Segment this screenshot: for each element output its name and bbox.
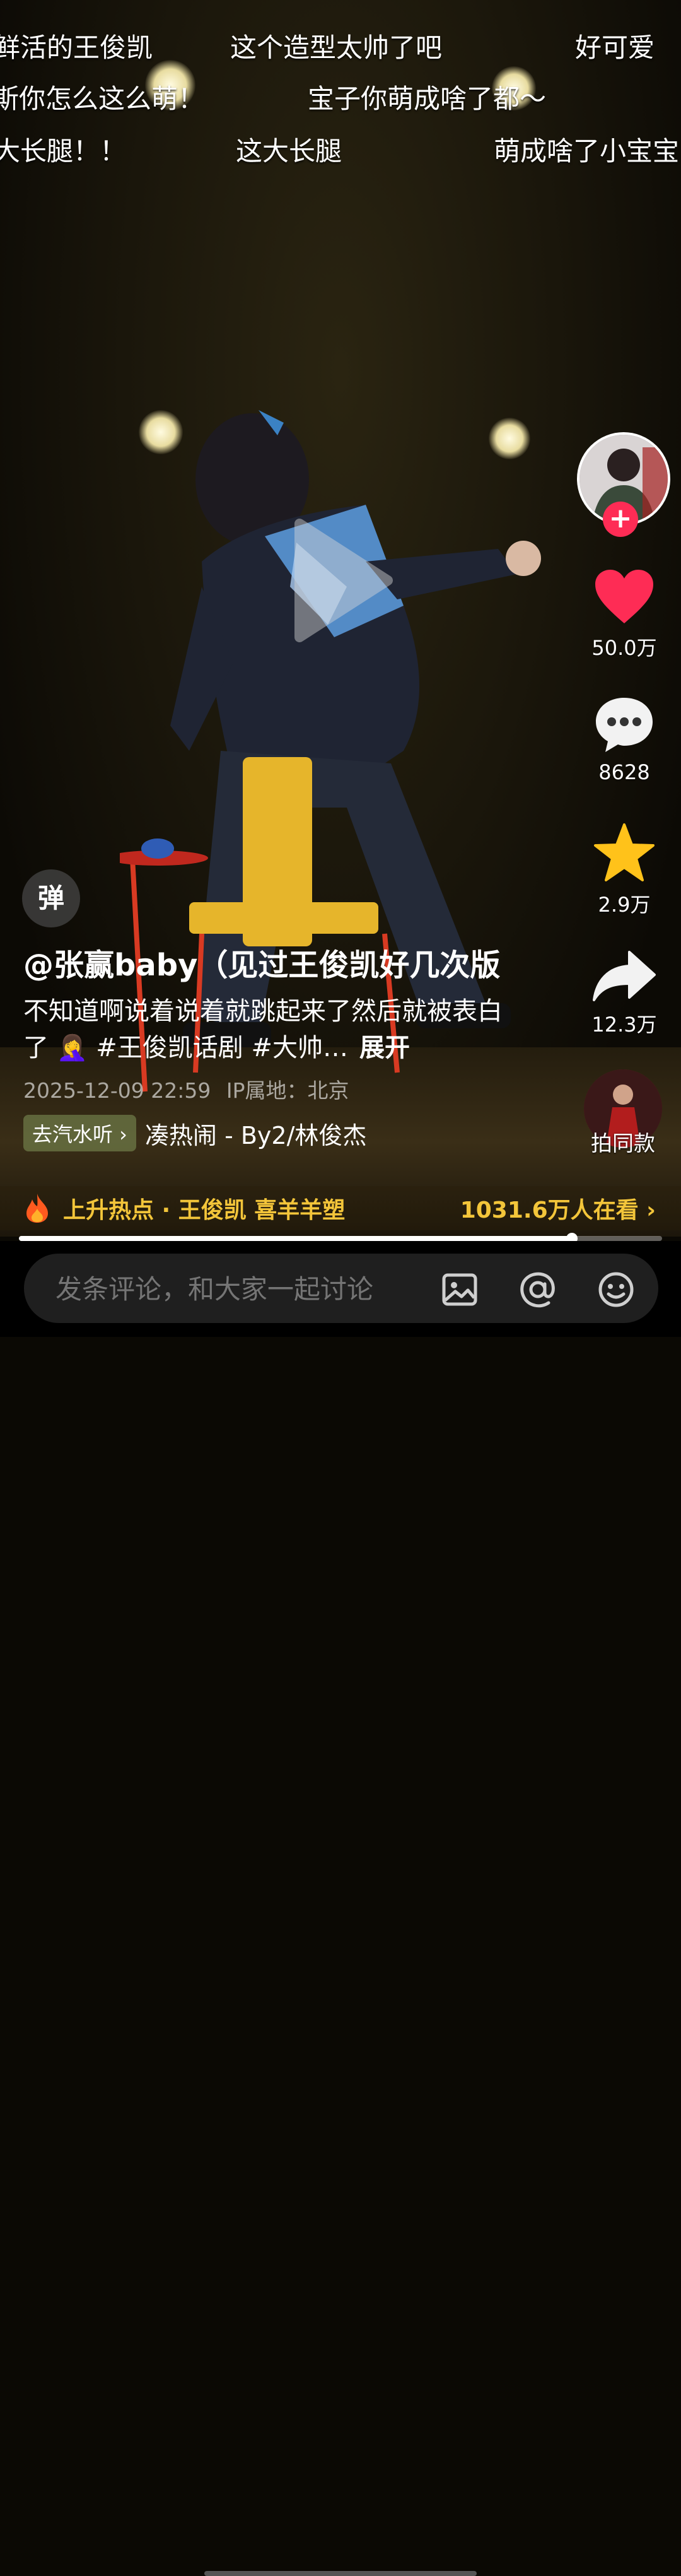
- comment-count: 8628: [598, 760, 650, 784]
- video-caption[interactable]: 不知道啊说着说着就跳起来了然后就被表白了 🤦‍♀️ #王俊凯话剧 #大帅… 展开: [23, 993, 515, 1066]
- mention-icon[interactable]: [518, 1270, 557, 1309]
- hotspot-text[interactable]: 上升热点 · 王俊凯 喜羊羊塑: [63, 1192, 345, 1225]
- caption-text: 不知道啊说着说着就跳起来了然后就被表白了 🤦‍♀️ #王俊凯话剧 #大帅…: [23, 997, 503, 1062]
- share-arrow-icon: [593, 951, 656, 1001]
- post-meta: 2025-12-09 22:59 IP属地：北京: [23, 1074, 349, 1104]
- expand-caption-link[interactable]: 展开: [359, 1033, 410, 1062]
- same-style-label: 拍同款: [591, 1131, 655, 1156]
- flame-icon: [26, 1194, 48, 1223]
- danmaku-comment: 鲜活的王俊凯: [0, 32, 153, 63]
- like-button[interactable]: 50.0万: [577, 568, 672, 661]
- heart-icon: [595, 570, 653, 623]
- hotspot-bar[interactable]: 上升热点 · 王俊凯 喜羊羊塑 1031.6万人在看 ›: [0, 1186, 681, 1230]
- play-icon[interactable]: [287, 517, 394, 644]
- ip-location: IP属地：北京: [226, 1078, 349, 1103]
- favorite-count: 2.9万: [598, 893, 651, 917]
- danmaku-comment: 好可爱: [575, 32, 655, 63]
- bottom-bar: [0, 1241, 681, 2576]
- favorite-button[interactable]: 2.9万: [577, 822, 672, 918]
- music-app-badge[interactable]: 去汽水听 ›: [23, 1115, 136, 1151]
- danmaku-comment: 这个造型太帅了吧: [230, 32, 443, 63]
- home-indicator[interactable]: [204, 2571, 477, 2576]
- star-icon: [594, 823, 655, 881]
- danmaku-comment: 宝子你萌成啥了都～: [308, 83, 547, 114]
- author-name[interactable]: @张赢baby（见过王俊凯好几次版: [23, 940, 500, 984]
- progress-fill: [19, 1236, 573, 1241]
- danmaku-toggle-button[interactable]: 弹: [22, 869, 80, 927]
- music-row[interactable]: 去汽水听 › 凑热闹 - By2/林俊杰: [23, 1115, 366, 1151]
- post-datetime: 2025-12-09 22:59: [23, 1078, 211, 1103]
- same-style-button[interactable]: 拍同款: [579, 1069, 667, 1157]
- viewer-count[interactable]: 1031.6万人在看 ›: [460, 1192, 656, 1225]
- danmaku-comment: 萌成啥了小宝宝: [494, 136, 680, 167]
- follow-button[interactable]: +: [603, 502, 638, 537]
- comment-button[interactable]: 8628: [577, 694, 672, 784]
- comment-box[interactable]: [24, 1254, 658, 1323]
- comment-input[interactable]: [54, 1269, 435, 1309]
- share-count: 12.3万: [591, 1013, 657, 1037]
- emoji-icon[interactable]: [597, 1270, 636, 1309]
- danmaku-comment: 大长腿！！: [0, 136, 127, 167]
- danmaku-comment: 斯你怎么这么萌！: [0, 83, 205, 114]
- like-count: 50.0万: [591, 636, 657, 660]
- music-name[interactable]: 凑热闹 - By2/林俊杰: [145, 1116, 366, 1151]
- share-button[interactable]: 12.3万: [577, 950, 672, 1038]
- video-progress-bar[interactable]: [19, 1233, 662, 1244]
- comment-bubble-icon: [596, 698, 653, 752]
- image-icon[interactable]: [440, 1270, 479, 1309]
- danmaku-comment: 这大长腿: [236, 136, 342, 167]
